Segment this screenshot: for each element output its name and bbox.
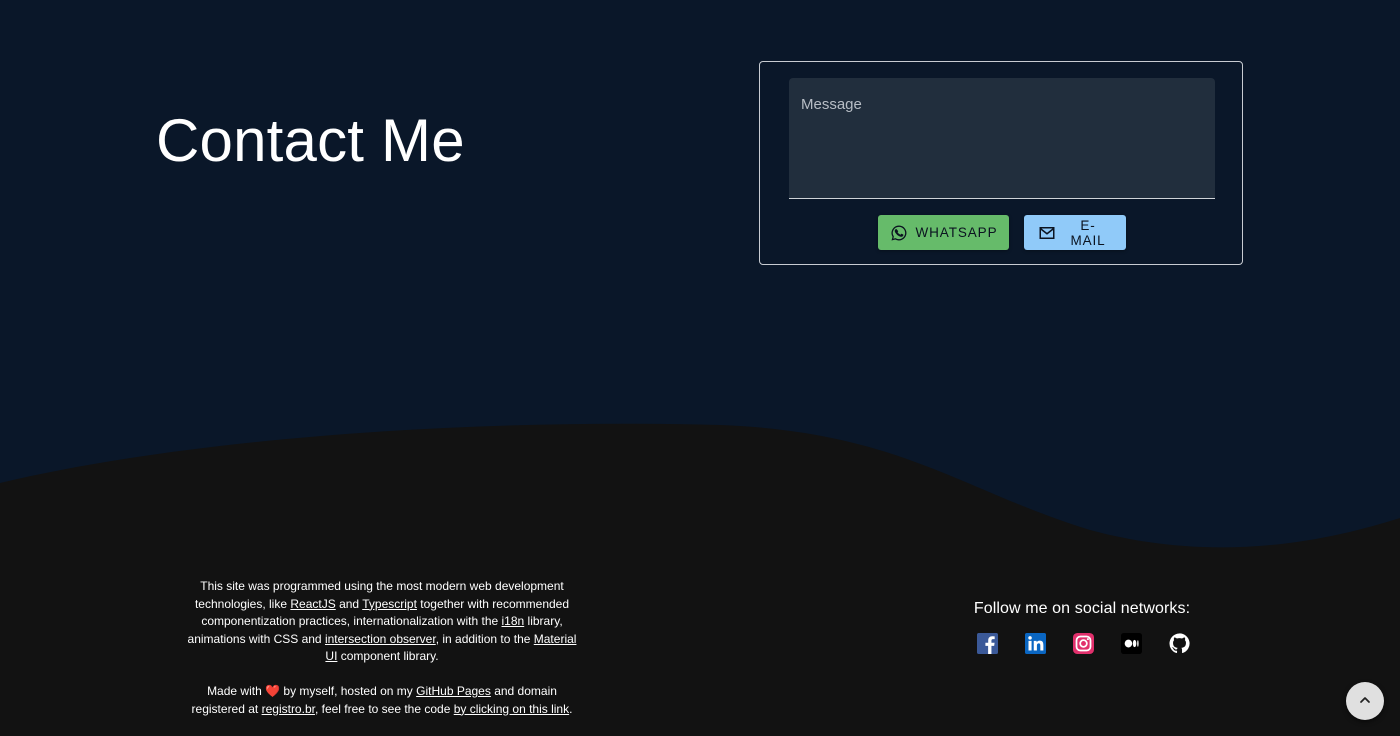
footer-about: This site was programmed using the most …	[186, 578, 578, 718]
medium-icon[interactable]	[1121, 633, 1142, 654]
github-pages-link[interactable]: GitHub Pages	[416, 684, 491, 698]
footer-made-text-4: , feel free to see the code	[314, 701, 451, 716]
instagram-icon[interactable]	[1073, 633, 1094, 654]
typescript-link[interactable]: Typescript	[362, 597, 417, 611]
footer-text-6: component library.	[340, 649, 439, 663]
intersection-observer-link[interactable]: intersection observer	[325, 632, 436, 646]
source-code-link[interactable]: by clicking on this link	[454, 702, 569, 716]
social-title: Follow me on social networks:	[973, 600, 1191, 617]
footer-tech-paragraph: This site was programmed using the most …	[186, 578, 578, 666]
heart-icon: ❤️	[265, 684, 281, 698]
footer-text-5: , in addition to the	[435, 631, 531, 646]
footer-made-paragraph: Made with ❤️ by myself, hosted on my Git…	[186, 683, 578, 718]
footer-made-text-1: Made with	[207, 684, 262, 698]
social-links	[977, 633, 1190, 654]
i18n-link[interactable]: i18n	[502, 614, 525, 628]
registro-link[interactable]: registro.br	[262, 702, 315, 716]
footer-made-text-5: .	[569, 701, 573, 716]
scroll-to-top-button[interactable]	[1346, 682, 1384, 720]
linkedin-icon[interactable]	[1025, 633, 1046, 654]
github-icon[interactable]	[1169, 633, 1190, 654]
facebook-icon[interactable]	[977, 633, 998, 654]
chevron-up-icon	[1357, 692, 1373, 711]
reactjs-link[interactable]: ReactJS	[290, 597, 335, 611]
footer-text-2: and	[339, 596, 360, 611]
footer-made-text-2: by myself, hosted on my	[283, 684, 413, 698]
